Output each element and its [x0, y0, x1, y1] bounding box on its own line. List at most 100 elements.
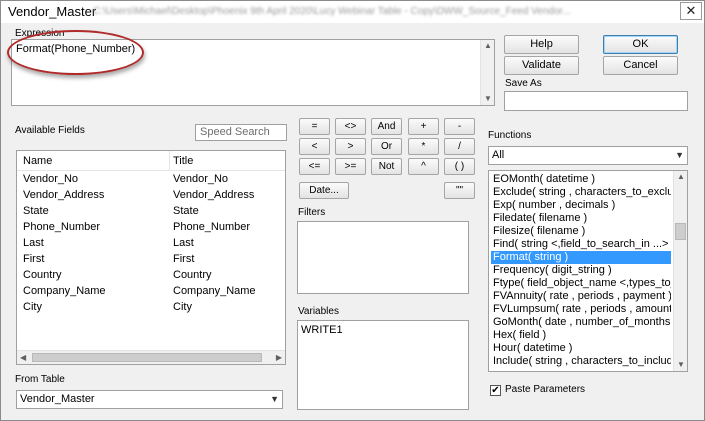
checkmark-icon: ✔	[491, 385, 500, 396]
list-item[interactable]: Filedate( filename )	[491, 212, 671, 225]
scroll-up-arrow-icon[interactable]: ▲	[677, 172, 685, 182]
scrollbar-thumb[interactable]	[675, 223, 686, 240]
list-item[interactable]: Exp( number , decimals )	[491, 199, 671, 212]
operator-greater-equal-button[interactable]: >=	[335, 158, 366, 175]
window-title: Vendor_Master	[8, 4, 97, 19]
list-item[interactable]: Find( string <,field_to_search_in ...> )	[491, 238, 671, 251]
operator-less-equal-button[interactable]: <=	[299, 158, 330, 175]
list-item[interactable]: Filesize( filename )	[491, 225, 671, 238]
list-item[interactable]: Exclude( string , characters_to_exclude	[491, 186, 671, 199]
variables-list[interactable]: WRITE1	[297, 320, 469, 410]
operator-or-button[interactable]: Or	[371, 138, 402, 155]
from-table-select[interactable]: Vendor_Master ▼	[16, 390, 283, 409]
annotation-ellipse	[7, 30, 144, 75]
functions-list[interactable]: EOMonth( datetime ) Exclude( string , ch…	[488, 170, 688, 372]
table-row[interactable]: State State	[21, 203, 281, 219]
field-title: Vendor_No	[173, 173, 229, 185]
operator-equals-button[interactable]: =	[299, 118, 330, 135]
table-row[interactable]: Company_Name Company_Name	[21, 283, 281, 299]
field-name: Country	[23, 269, 62, 281]
table-row[interactable]: Country Country	[21, 267, 281, 283]
date-button[interactable]: Date...	[299, 182, 349, 199]
column-header-name[interactable]: Name	[23, 155, 52, 167]
title-bar: Vendor_Master C:\Users\Michael\Desktop\P…	[1, 1, 704, 23]
column-divider[interactable]	[169, 151, 170, 171]
operator-quotes-button[interactable]: ""	[444, 182, 475, 199]
operator-power-button[interactable]: ^	[408, 158, 439, 175]
list-item[interactable]: Hex( field )	[491, 329, 671, 342]
filters-list[interactable]	[297, 221, 469, 294]
cancel-button[interactable]: Cancel	[603, 56, 678, 75]
field-title: Vendor_Address	[173, 189, 255, 201]
operator-not-equal-button[interactable]: <>	[335, 118, 366, 135]
operator-less-than-button[interactable]: <	[299, 138, 330, 155]
scroll-right-arrow-icon[interactable]: ▶	[276, 353, 282, 363]
speed-search-placeholder: Speed Search	[200, 126, 270, 138]
field-name: Phone_Number	[23, 221, 101, 233]
from-table-label: From Table	[15, 374, 65, 385]
operator-greater-than-button[interactable]: >	[335, 138, 366, 155]
list-item[interactable]: Include( string , characters_to_include	[491, 355, 671, 367]
paste-parameters-checkbox[interactable]: ✔	[490, 385, 501, 396]
table-row[interactable]: Vendor_No Vendor_No	[21, 171, 281, 187]
list-item[interactable]: GoMonth( date , number_of_months )	[491, 316, 671, 329]
functions-label: Functions	[488, 130, 532, 141]
list-item[interactable]: Frequency( digit_string )	[491, 264, 671, 277]
operator-multiply-button[interactable]: *	[408, 138, 439, 155]
validate-button[interactable]: Validate	[504, 56, 579, 75]
list-item[interactable]: FVLumpsum( rate , periods , amount )	[491, 303, 671, 316]
operator-not-button[interactable]: Not	[371, 158, 402, 175]
table-row[interactable]: First First	[21, 251, 281, 267]
ok-button[interactable]: OK	[603, 35, 678, 54]
fields-header: Name Title	[17, 151, 285, 171]
scrollbar-thumb[interactable]	[32, 353, 262, 362]
table-row[interactable]: Phone_Number Phone_Number	[21, 219, 281, 235]
save-as-input[interactable]	[504, 91, 688, 111]
list-item[interactable]: FVAnnuity( rate , periods , payment )	[491, 290, 671, 303]
scroll-down-arrow-icon[interactable]: ▼	[484, 94, 492, 104]
field-title: Last	[173, 237, 194, 249]
field-title: City	[173, 301, 192, 313]
close-button[interactable]: ✕	[680, 2, 702, 20]
table-row[interactable]: Last Last	[21, 235, 281, 251]
available-fields-label: Available Fields	[15, 125, 85, 136]
column-header-title[interactable]: Title	[173, 155, 193, 167]
list-item[interactable]: Ftype( field_object_name <,types_to_a	[491, 277, 671, 290]
field-title: Company_Name	[173, 285, 256, 297]
operator-and-button[interactable]: And	[371, 118, 402, 135]
scroll-left-arrow-icon[interactable]: ◀	[20, 353, 26, 363]
fields-horizontal-scrollbar[interactable]: ◀ ▶	[17, 350, 285, 364]
chevron-down-icon[interactable]: ▼	[270, 391, 279, 407]
field-title: State	[173, 205, 199, 217]
scroll-down-arrow-icon[interactable]: ▼	[677, 360, 685, 370]
field-name: Company_Name	[23, 285, 106, 297]
available-fields-list[interactable]: Name Title Vendor_No Vendor_No Vendor_Add…	[16, 150, 286, 365]
functions-category-value: All	[492, 149, 505, 161]
field-title: Phone_Number	[173, 221, 251, 233]
functions-scrollbar[interactable]: ▲ ▼	[673, 171, 687, 371]
table-row[interactable]: City City	[21, 299, 281, 315]
variables-label: Variables	[298, 306, 339, 317]
list-item[interactable]: Hour( datetime )	[491, 342, 671, 355]
table-row[interactable]: Vendor_Address Vendor_Address	[21, 187, 281, 203]
chevron-down-icon[interactable]: ▼	[675, 147, 684, 163]
field-name: Last	[23, 237, 44, 249]
expression-builder-dialog: Vendor_Master C:\Users\Michael\Desktop\P…	[0, 0, 705, 421]
field-title: Country	[173, 269, 212, 281]
operator-plus-button[interactable]: +	[408, 118, 439, 135]
save-as-label: Save As	[505, 78, 542, 89]
expression-scrollbar[interactable]: ▲ ▼	[480, 40, 494, 105]
operator-divide-button[interactable]: /	[444, 138, 475, 155]
window-path-blurred: C:\Users\Michael\Desktop\Phoenix 9th Apr…	[93, 6, 571, 17]
field-name: First	[23, 253, 45, 265]
scroll-up-arrow-icon[interactable]: ▲	[484, 41, 492, 51]
list-item[interactable]: EOMonth( datetime )	[491, 173, 671, 186]
speed-search-input[interactable]: Speed Search	[195, 124, 287, 141]
list-item[interactable]: WRITE1	[301, 324, 343, 336]
operator-parentheses-button[interactable]: ( )	[444, 158, 475, 175]
operator-minus-button[interactable]: -	[444, 118, 475, 135]
list-item-selected[interactable]: Format( string )	[491, 251, 671, 264]
functions-category-select[interactable]: All ▼	[488, 146, 688, 165]
paste-parameters-label: Paste Parameters	[505, 384, 586, 395]
help-button[interactable]: Help	[504, 35, 579, 54]
